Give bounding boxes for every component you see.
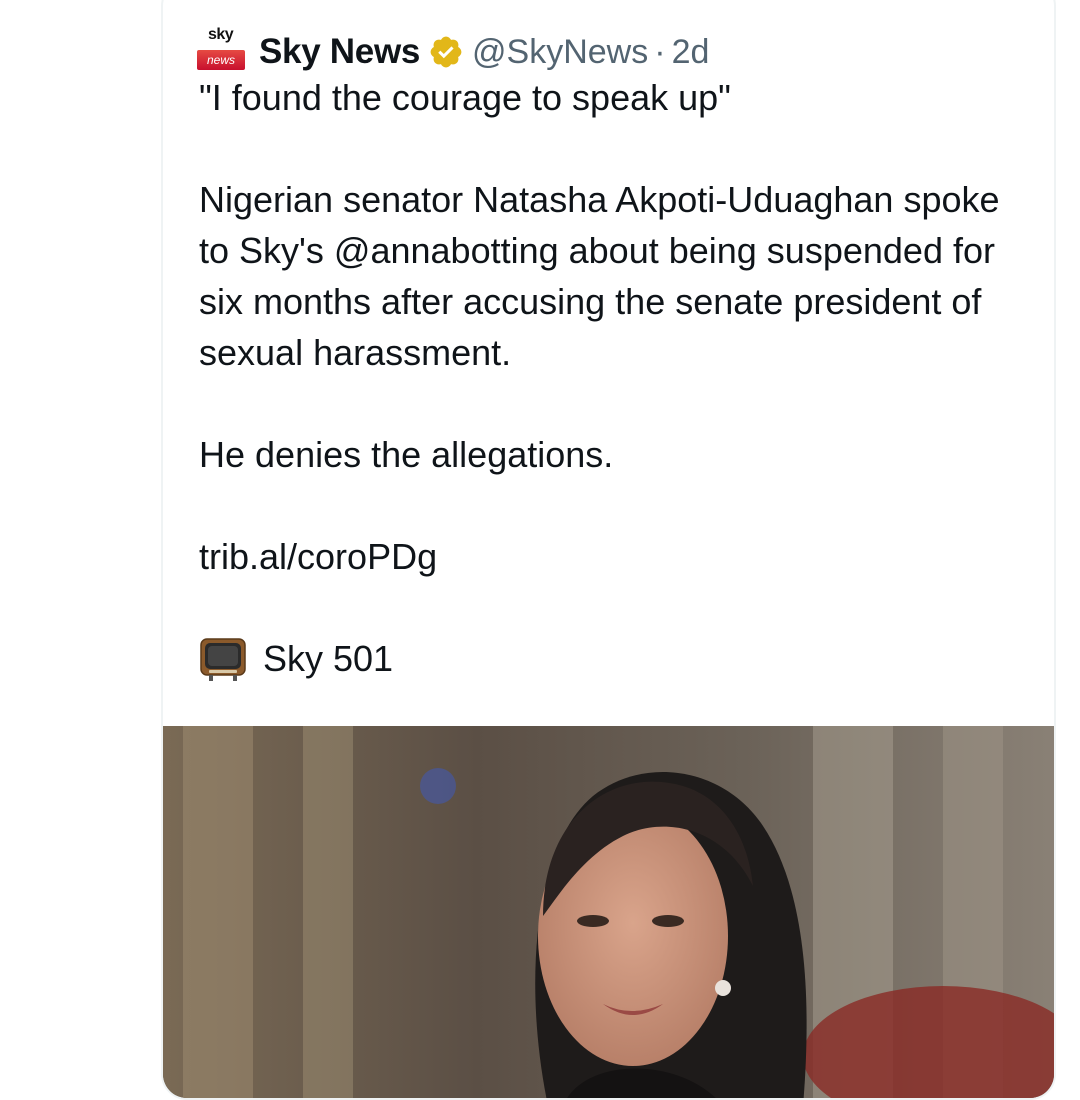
tweet-text: "I found the courage to speak up" Nigeri… [199,72,1039,684]
author-handle[interactable]: @SkyNews [472,33,648,72]
video-frame-image [163,726,1054,1098]
tweet-video-thumbnail[interactable] [163,726,1054,1098]
channel-label: Sky 501 [263,638,394,679]
tweet-paragraph: He denies the allegations. [199,434,614,475]
tweet-header: sky news Sky News @SkyNews · 2d [197,26,709,78]
tweet-quote: "I found the courage to speak up" [199,77,731,118]
logo-sky-text: sky [208,26,234,43]
separator-dot: · [654,32,666,71]
tweet-paragraph: Nigerian senator Natasha Akpoti-Uduaghan… [199,179,1000,373]
tweet-card[interactable]: sky news Sky News @SkyNews · 2d "I found… [161,0,1056,1100]
tweet-link[interactable]: trib.al/coroPDg [199,531,1039,582]
sky-news-avatar[interactable]: sky news [197,26,249,78]
verified-badge-icon [430,36,462,68]
channel-line: Sky 501 [199,633,1039,684]
tweet-timestamp[interactable]: 2d [672,33,710,72]
television-icon [200,637,246,681]
logo-news-text: news [197,50,245,70]
author-name[interactable]: Sky News [259,32,420,72]
